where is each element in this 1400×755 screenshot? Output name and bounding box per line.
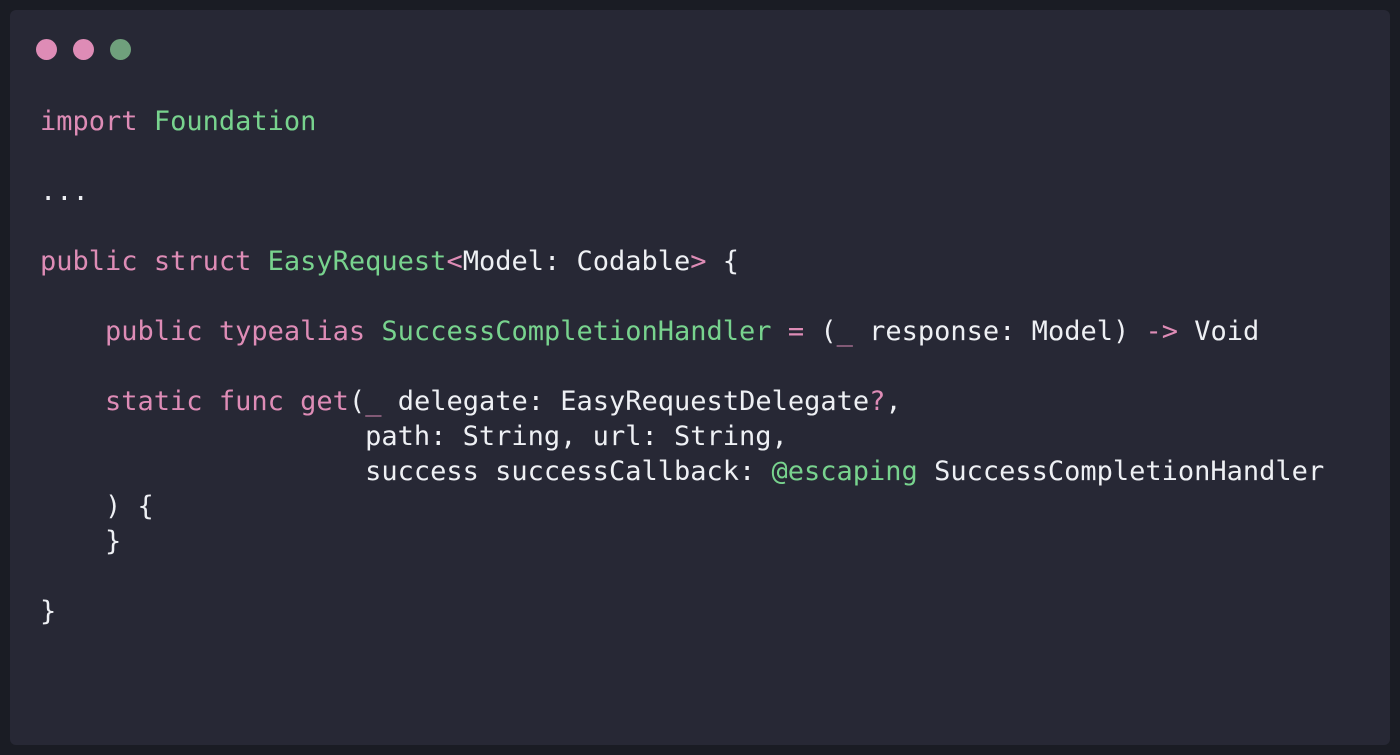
code-token-keyword: typealias bbox=[218, 316, 366, 347]
code-token-text: Void bbox=[1178, 316, 1260, 347]
code-token-keyword: public bbox=[105, 316, 203, 347]
code-line: } bbox=[40, 524, 1324, 559]
code-token-keyword: = bbox=[787, 316, 805, 347]
code-line: ... bbox=[40, 174, 1324, 209]
code-line: ) { bbox=[40, 489, 1324, 524]
code-line: import Foundation bbox=[40, 104, 1324, 139]
code-token-keyword: -> bbox=[1145, 316, 1178, 347]
close-dot[interactable] bbox=[36, 39, 57, 60]
code-token-text: delegate: EasyRequestDelegate bbox=[381, 386, 870, 417]
minimize-dot[interactable] bbox=[73, 39, 94, 60]
code-token-keyword: get bbox=[300, 386, 349, 417]
code-token-text: } bbox=[40, 596, 57, 627]
code-token-keyword: static bbox=[105, 386, 203, 417]
code-token-keyword: ? bbox=[869, 386, 886, 417]
code-line: public typealias SuccessCompletionHandle… bbox=[40, 314, 1324, 349]
code-token-type: SuccessCompletionHandler bbox=[381, 316, 772, 347]
code-token-text: ... bbox=[40, 176, 89, 207]
code-line: success successCallback: @escaping Succe… bbox=[40, 454, 1324, 489]
code-token-keyword: > bbox=[690, 246, 707, 277]
code-token-text: SuccessCompletionHandler bbox=[917, 456, 1325, 487]
code-token-type: @escaping bbox=[771, 456, 918, 487]
code-token-keyword: func bbox=[218, 386, 284, 417]
code-line: path: String, url: String, bbox=[40, 419, 1324, 454]
code-token-text: { bbox=[706, 246, 740, 277]
code-line: public struct EasyRequest<Model: Codable… bbox=[40, 244, 1324, 279]
code-token-keyword: struct bbox=[153, 246, 252, 277]
code-token-type: Foundation bbox=[153, 106, 317, 137]
code-token-keyword: public bbox=[40, 246, 138, 277]
code-line: } bbox=[40, 594, 1324, 629]
window-controls bbox=[36, 39, 131, 61]
code-line: static func get(_ delegate: EasyRequestD… bbox=[40, 384, 1324, 419]
code-token-text: success successCallback: bbox=[40, 456, 772, 487]
code-token-keyword: _ bbox=[365, 386, 382, 417]
code-token-text: Model: Codable bbox=[462, 246, 691, 277]
code-token-keyword: < bbox=[446, 246, 463, 277]
code-token-type: EasyRequest bbox=[267, 246, 447, 277]
zoom-dot[interactable] bbox=[110, 39, 131, 60]
code-token-text: ) { bbox=[40, 491, 154, 522]
code-token-keyword: import bbox=[40, 106, 138, 137]
code-token-text: } bbox=[40, 526, 122, 557]
code-token-text: , bbox=[885, 386, 902, 417]
code-token-text: response: Model) bbox=[852, 316, 1146, 347]
code-token-keyword: _ bbox=[836, 316, 853, 347]
code-token-text: ( bbox=[348, 386, 366, 417]
code-token-text: path: String, url: String, bbox=[40, 421, 788, 452]
code-token-text: ( bbox=[804, 316, 837, 347]
code-block: import Foundation... public struct EasyRe… bbox=[40, 104, 1324, 629]
code-window: import Foundation... public struct EasyRe… bbox=[10, 10, 1390, 745]
